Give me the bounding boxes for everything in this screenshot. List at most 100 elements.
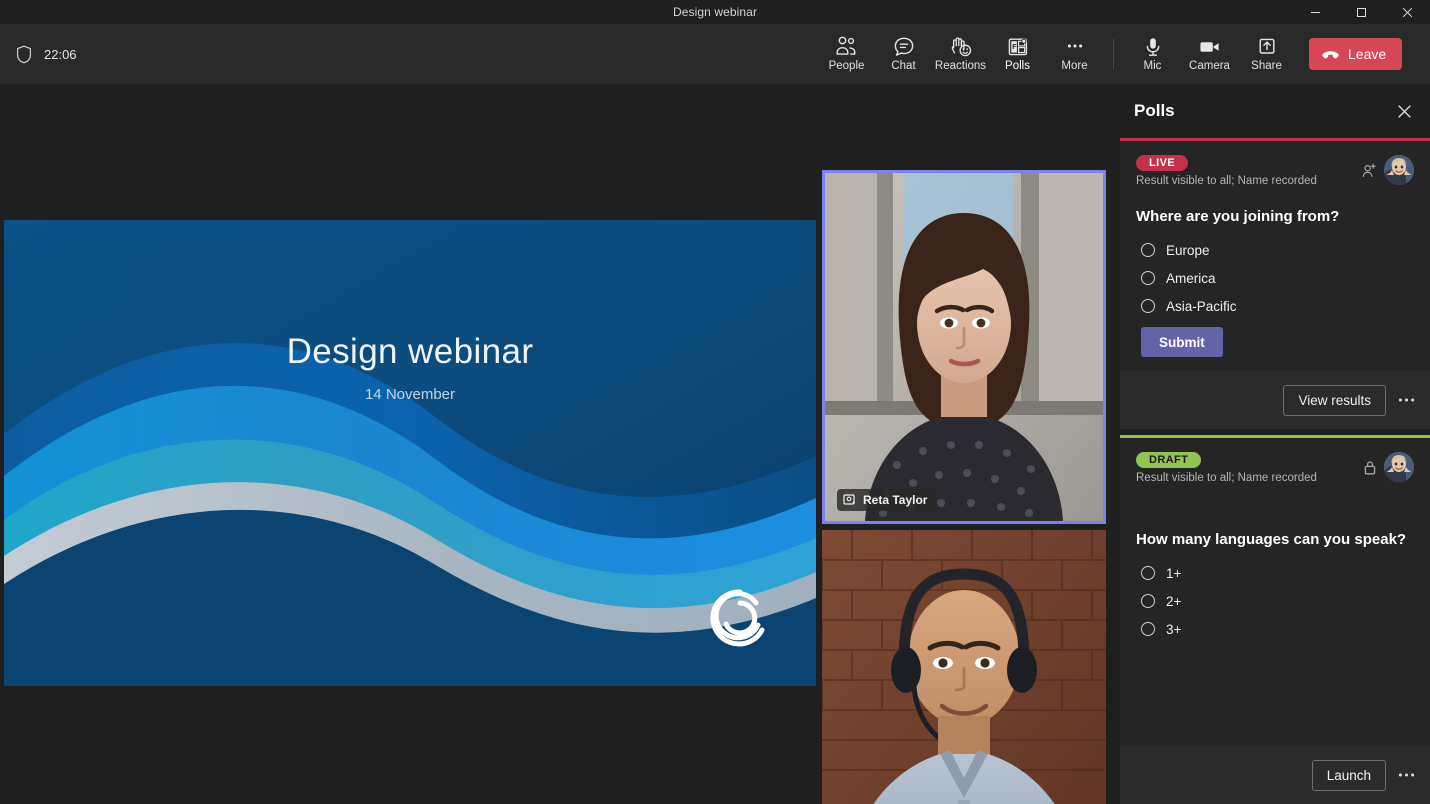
poll-option-label: 2+ bbox=[1166, 594, 1181, 609]
poll-option[interactable]: 2+ bbox=[1136, 587, 1414, 615]
slide-subtitle: 14 November bbox=[4, 386, 816, 403]
poll-meta-row: LIVE Result visible to all; Name recorde… bbox=[1136, 153, 1414, 187]
status-badge: DRAFT bbox=[1136, 452, 1201, 468]
toolbar-item-polls[interactable]: F Polls bbox=[989, 26, 1046, 82]
share-icon bbox=[1257, 36, 1277, 58]
avatar[interactable] bbox=[1384, 155, 1414, 185]
polls-icon: F bbox=[1007, 36, 1029, 58]
more-icon bbox=[1398, 772, 1415, 778]
meeting-stage: Design webinar 14 November bbox=[0, 84, 1120, 804]
poll-options: Europe America Asia-Pacific bbox=[1136, 236, 1414, 320]
toolbar-left-group: 22:06 bbox=[0, 44, 300, 64]
poll-options: 1+ 2+ 3+ bbox=[1136, 559, 1414, 643]
toolbar-item-camera[interactable]: Camera bbox=[1181, 26, 1238, 82]
poll-body: LIVE Result visible to all; Name recorde… bbox=[1120, 141, 1430, 371]
slide-background bbox=[4, 220, 816, 686]
close-button[interactable] bbox=[1384, 0, 1430, 24]
teams-meeting-window: Design webinar 22:06 bbox=[0, 0, 1430, 804]
meeting-toolbar: 22:06 People bbox=[0, 24, 1430, 84]
leave-button[interactable]: Leave bbox=[1309, 38, 1402, 70]
radio-button[interactable] bbox=[1141, 299, 1155, 313]
more-icon bbox=[1398, 397, 1415, 403]
shared-content-slide[interactable]: Design webinar 14 November bbox=[4, 220, 816, 686]
radio-button[interactable] bbox=[1141, 271, 1155, 285]
status-badge: LIVE bbox=[1136, 155, 1188, 171]
poll-meta-right bbox=[1361, 153, 1414, 185]
submit-button[interactable]: Submit bbox=[1141, 327, 1223, 357]
hangup-icon bbox=[1321, 47, 1340, 61]
poll-option[interactable]: Asia-Pacific bbox=[1136, 292, 1414, 320]
participant-name-badge: Reta Taylor bbox=[837, 489, 936, 511]
poll-body: DRAFT Result visible to all; Name record… bbox=[1120, 438, 1430, 746]
poll-option[interactable]: America bbox=[1136, 264, 1414, 292]
poll-card-draft: DRAFT Result visible to all; Name record… bbox=[1120, 435, 1430, 804]
avatar[interactable] bbox=[1384, 452, 1414, 482]
toolbar-item-share[interactable]: Share bbox=[1238, 26, 1295, 82]
video-feed bbox=[822, 530, 1106, 804]
poll-option-label: America bbox=[1166, 271, 1216, 286]
close-icon bbox=[1402, 7, 1413, 18]
window-title: Design webinar bbox=[673, 5, 757, 19]
shield-icon bbox=[14, 44, 34, 64]
toolbar-item-people[interactable]: People bbox=[818, 26, 875, 82]
chat-icon bbox=[893, 36, 915, 58]
leave-button-label: Leave bbox=[1348, 46, 1386, 62]
toolbar-divider bbox=[1113, 39, 1114, 69]
poll-option-label: Asia-Pacific bbox=[1166, 299, 1237, 314]
polls-panel: Polls LIVE Result visible to all; Name r… bbox=[1120, 84, 1430, 804]
toolbar-item-reactions[interactable]: Reactions bbox=[932, 26, 989, 82]
window-controls bbox=[1292, 0, 1430, 24]
toolbar-item-more[interactable]: More bbox=[1046, 26, 1103, 82]
meeting-timer: 22:06 bbox=[44, 47, 77, 62]
poll-footer: Launch bbox=[1120, 746, 1430, 804]
participant-name: Reta Taylor bbox=[863, 493, 927, 507]
title-bar: Design webinar bbox=[0, 0, 1430, 24]
poll-meta-left: DRAFT Result visible to all; Name record… bbox=[1136, 450, 1362, 484]
video-tile-ray-tanaka[interactable]: Ray Tanaka bbox=[822, 530, 1106, 804]
poll-footer: View results bbox=[1120, 371, 1430, 429]
poll-meta-right bbox=[1362, 450, 1414, 482]
poll-meta-row: DRAFT Result visible to all; Name record… bbox=[1136, 450, 1414, 484]
launch-button[interactable]: Launch bbox=[1312, 760, 1386, 791]
toolbar-item-label: Reactions bbox=[935, 60, 986, 73]
poll-meta-left: LIVE Result visible to all; Name recorde… bbox=[1136, 153, 1361, 187]
toolbar-item-chat[interactable]: Chat bbox=[875, 26, 932, 82]
poll-option-label: Europe bbox=[1166, 243, 1210, 258]
radio-button[interactable] bbox=[1141, 622, 1155, 636]
toolbar-item-label: Share bbox=[1251, 60, 1282, 73]
radio-button[interactable] bbox=[1141, 243, 1155, 257]
video-feed bbox=[825, 173, 1103, 521]
poll-more-options-button[interactable] bbox=[1392, 386, 1420, 414]
view-results-button[interactable]: View results bbox=[1283, 385, 1386, 416]
video-tile-reta-taylor[interactable]: Reta Taylor bbox=[822, 170, 1106, 524]
people-share-icon bbox=[1361, 162, 1378, 179]
swirl-logo-icon bbox=[708, 586, 772, 650]
poll-option-label: 3+ bbox=[1166, 622, 1181, 637]
camera-icon bbox=[1198, 36, 1222, 58]
poll-option-label: 1+ bbox=[1166, 566, 1181, 581]
poll-more-options-button[interactable] bbox=[1392, 761, 1420, 789]
slide-title: Design webinar bbox=[4, 332, 816, 372]
poll-question: Where are you joining from? bbox=[1136, 207, 1414, 227]
toolbar-item-label: Chat bbox=[891, 60, 915, 73]
microphone-icon bbox=[1143, 36, 1163, 58]
people-icon bbox=[835, 36, 858, 58]
more-icon bbox=[1064, 36, 1086, 58]
poll-visibility-text: Result visible to all; Name recorded bbox=[1136, 175, 1361, 187]
poll-option[interactable]: 1+ bbox=[1136, 559, 1414, 587]
poll-visibility-text: Result visible to all; Name recorded bbox=[1136, 472, 1362, 484]
toolbar-item-mic[interactable]: Mic bbox=[1124, 26, 1181, 82]
close-panel-button[interactable] bbox=[1390, 97, 1418, 125]
radio-button[interactable] bbox=[1141, 594, 1155, 608]
close-icon bbox=[1397, 104, 1412, 119]
poll-card-live: LIVE Result visible to all; Name recorde… bbox=[1120, 138, 1430, 429]
poll-option[interactable]: 3+ bbox=[1136, 615, 1414, 643]
poll-option[interactable]: Europe bbox=[1136, 236, 1414, 264]
polls-panel-title: Polls bbox=[1134, 101, 1390, 121]
maximize-button[interactable] bbox=[1338, 0, 1384, 24]
polls-list: LIVE Result visible to all; Name recorde… bbox=[1120, 138, 1430, 804]
svg-text:F: F bbox=[1012, 44, 1017, 51]
reactions-icon bbox=[949, 36, 973, 58]
minimize-button[interactable] bbox=[1292, 0, 1338, 24]
radio-button[interactable] bbox=[1141, 566, 1155, 580]
